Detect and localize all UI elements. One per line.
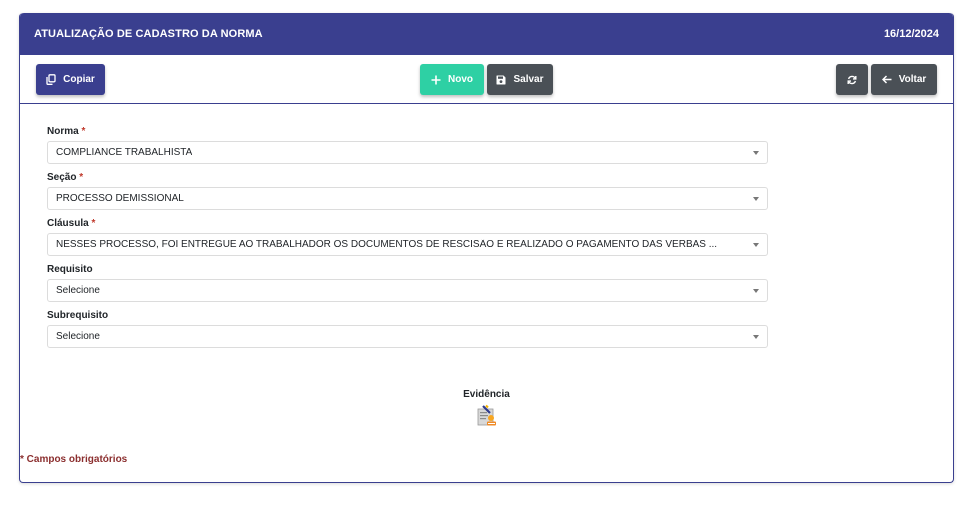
page-title: ATUALIZAÇÃO DE CADASTRO DA NORMA — [34, 28, 263, 40]
refresh-icon — [847, 75, 857, 85]
copy-icon — [46, 74, 56, 85]
norma-label: Norma * — [47, 126, 86, 137]
secao-select-value: PROCESSO DEMISSIONAL — [56, 193, 184, 204]
required-mark: * — [91, 218, 96, 229]
secao-label: Seção * — [47, 172, 84, 183]
refresh-button[interactable] — [836, 64, 868, 95]
chevron-down-icon — [753, 150, 759, 155]
floppy-disk-icon — [496, 75, 506, 85]
save-button-label: Salvar — [513, 74, 544, 85]
header-date: 16/12/2024 — [883, 28, 939, 40]
new-button[interactable]: Novo — [420, 64, 484, 95]
chevron-down-icon — [753, 196, 759, 201]
required-mark: * — [81, 126, 86, 137]
norma-card: ATUALIZAÇÃO DE CADASTRO DA NORMA 16/12/2… — [19, 13, 954, 483]
subrequisito-select-value: Selecione — [56, 331, 100, 342]
arrow-left-icon — [881, 75, 892, 84]
clausula-select[interactable]: NESSES PROCESSO, FOI ENTREGUE AO TRABALH… — [47, 233, 768, 256]
chevron-down-icon — [753, 334, 759, 339]
new-button-label: Novo — [448, 74, 473, 85]
chevron-down-icon — [753, 288, 759, 293]
copy-button-label: Copiar — [63, 74, 95, 85]
copy-button[interactable]: Copiar — [36, 64, 105, 95]
requisito-select[interactable]: Selecione — [47, 279, 768, 302]
plus-icon — [431, 75, 441, 85]
chevron-down-icon — [753, 242, 759, 247]
save-button[interactable]: Salvar — [487, 64, 553, 95]
subrequisito-select[interactable]: Selecione — [47, 325, 768, 348]
requisito-select-value: Selecione — [56, 285, 100, 296]
required-fields-note: * Campos obrigatórios — [20, 454, 128, 465]
card-header: ATUALIZAÇÃO DE CADASTRO DA NORMA 16/12/2… — [20, 13, 953, 55]
back-button[interactable]: Voltar — [871, 64, 937, 95]
norma-select-value: COMPLIANCE TRABALHISTA — [56, 147, 193, 158]
subrequisito-label: Subrequisito — [47, 310, 109, 321]
required-mark: * — [79, 172, 84, 183]
norma-select[interactable]: COMPLIANCE TRABALHISTA — [47, 141, 768, 164]
evidence-section: Evidência — [20, 389, 953, 428]
requisito-label: Requisito — [47, 264, 93, 275]
clausula-label: Cláusula * — [47, 218, 96, 229]
certificate-upload-icon[interactable] — [475, 404, 499, 428]
toolbar: Copiar Novo Salvar Voltar — [20, 55, 953, 104]
norma-form: Norma * COMPLIANCE TRABALHISTA Seção * P… — [47, 125, 768, 355]
clausula-select-value: NESSES PROCESSO, FOI ENTREGUE AO TRABALH… — [56, 239, 718, 250]
secao-select[interactable]: PROCESSO DEMISSIONAL — [47, 187, 768, 210]
back-button-label: Voltar — [898, 74, 927, 85]
evidence-label: Evidência — [463, 389, 510, 400]
